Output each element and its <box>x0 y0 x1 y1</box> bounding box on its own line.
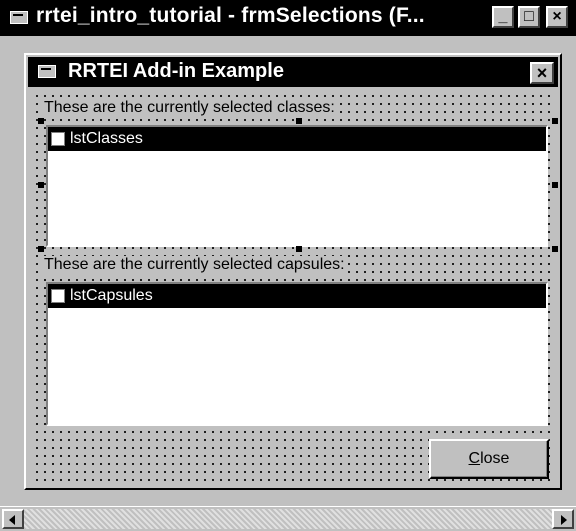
list-checkbox[interactable] <box>51 289 65 303</box>
close-button-label: lose <box>480 450 510 467</box>
outer-window-title: rrtei_intro_tutorial - frmSelections (F.… <box>36 4 425 27</box>
list-item-label: lstCapsules <box>70 287 153 304</box>
selection-handle[interactable] <box>38 118 44 124</box>
form-title-bar[interactable]: RRTEI Add-in Example × <box>28 57 558 87</box>
form-design-grid[interactable]: These are the currently selected classes… <box>30 89 558 484</box>
form-window[interactable]: RRTEI Add-in Example × These are the cur… <box>24 53 562 490</box>
horizontal-scrollbar[interactable] <box>0 506 576 531</box>
close-button-mnemonic: C <box>468 450 481 467</box>
capsules-label[interactable]: These are the currently selected capsule… <box>42 256 347 274</box>
selection-handle[interactable] <box>296 118 302 124</box>
minimize-button[interactable]: _ <box>492 6 514 28</box>
form-title: RRTEI Add-in Example <box>68 60 284 82</box>
window-icon[interactable] <box>10 11 28 24</box>
classes-listbox[interactable]: lstClasses <box>46 125 548 247</box>
list-item-label: lstClasses <box>70 130 143 147</box>
selection-handle[interactable] <box>38 182 44 188</box>
outer-close-button[interactable]: × <box>546 6 568 28</box>
scroll-right-button[interactable] <box>552 509 574 529</box>
classes-label[interactable]: These are the currently selected classes… <box>42 99 337 117</box>
selection-handle[interactable] <box>38 246 44 252</box>
close-button[interactable]: Close <box>429 439 549 479</box>
list-checkbox[interactable] <box>51 132 65 146</box>
scroll-track[interactable] <box>24 509 552 529</box>
selection-handle[interactable] <box>552 182 558 188</box>
arrow-right-icon <box>561 515 567 525</box>
maximize-button[interactable]: □ <box>518 6 540 28</box>
selection-handle[interactable] <box>296 246 302 252</box>
list-item[interactable]: lstCapsules <box>48 284 546 308</box>
selection-handle[interactable] <box>552 246 558 252</box>
capsules-listbox[interactable]: lstCapsules <box>46 282 548 426</box>
scroll-left-button[interactable] <box>2 509 24 529</box>
list-item[interactable]: lstClasses <box>48 127 546 151</box>
form-close-button[interactable]: × <box>530 62 554 84</box>
window-icon[interactable] <box>38 65 56 78</box>
arrow-left-icon <box>9 515 15 525</box>
outer-title-bar[interactable]: rrtei_intro_tutorial - frmSelections (F.… <box>0 0 576 36</box>
selection-handle[interactable] <box>552 118 558 124</box>
